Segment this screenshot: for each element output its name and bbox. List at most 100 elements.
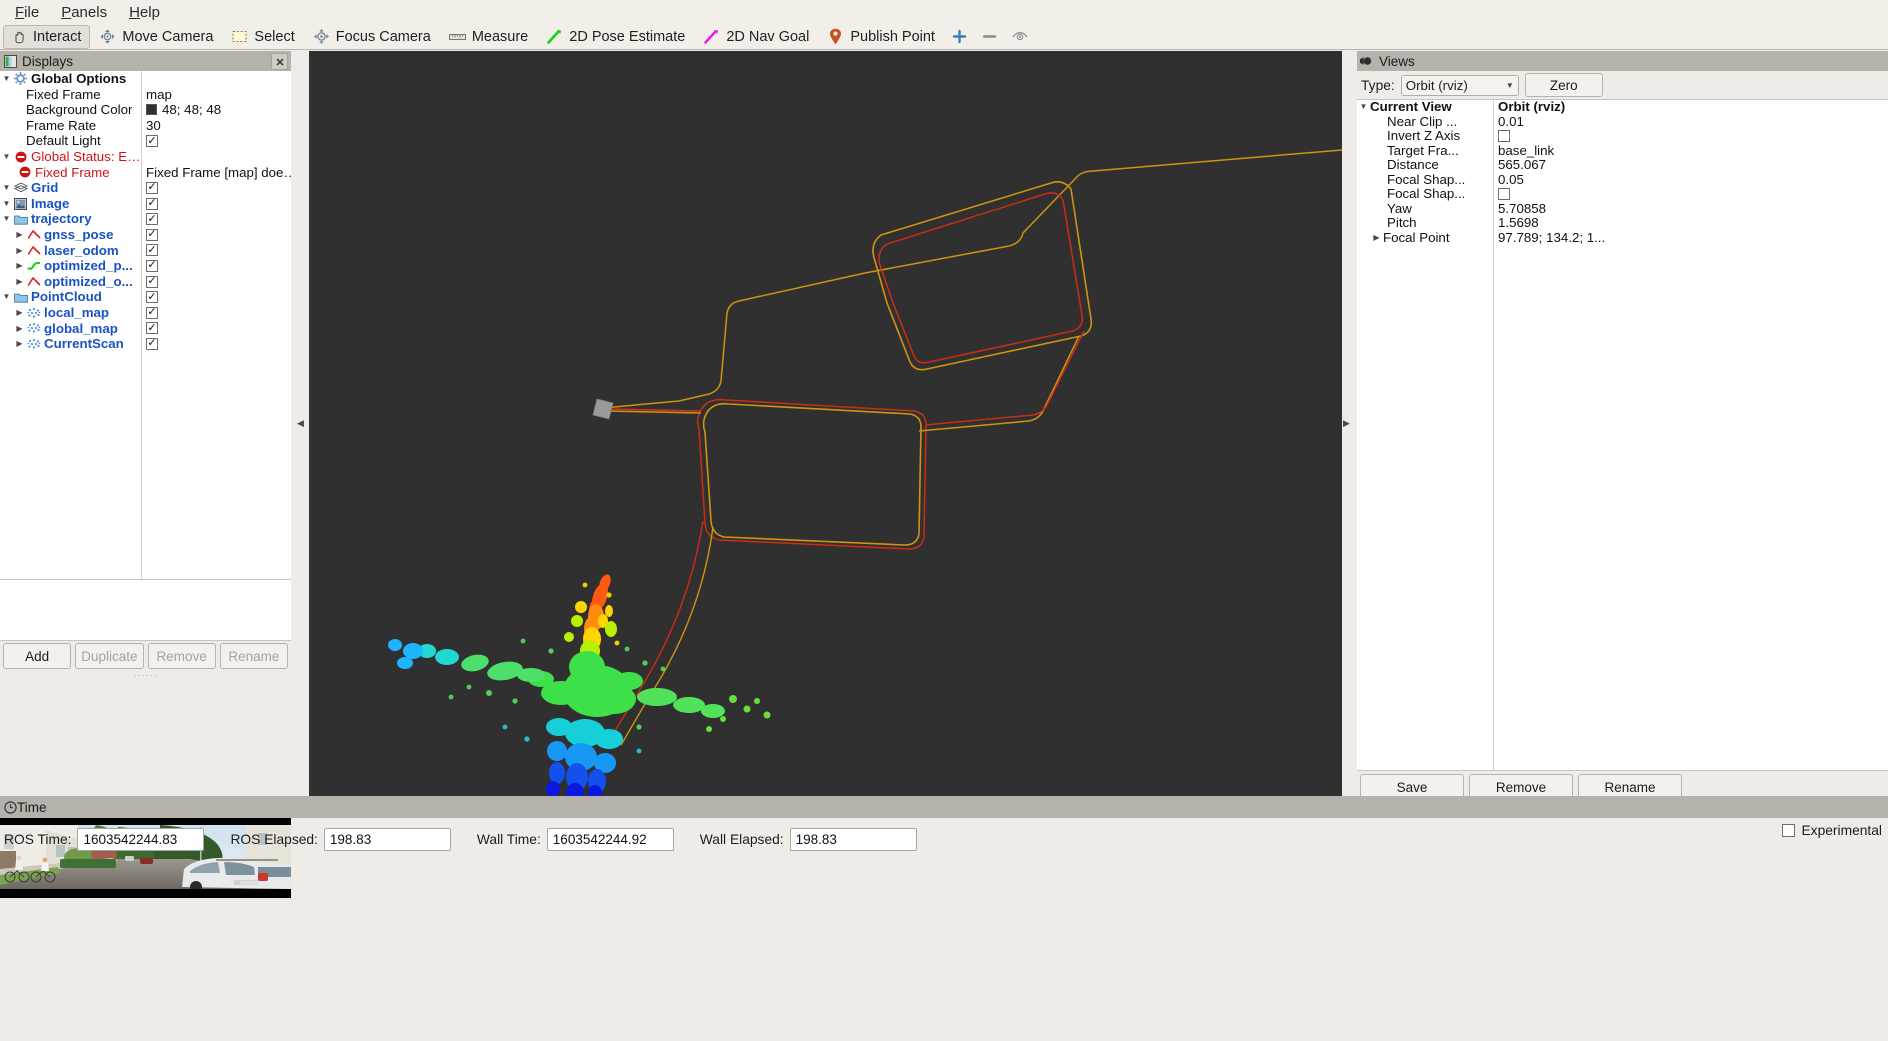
views-row-target-frame[interactable]: Target Fra... base_link: [1357, 144, 1888, 159]
checkbox-optimized-odom[interactable]: ✓: [146, 275, 158, 288]
zero-view-button[interactable]: Zero: [1524, 73, 1603, 97]
ros-time-input[interactable]: 1603542244.83: [77, 827, 205, 851]
tree-value[interactable]: 48; 48; 48: [141, 102, 291, 118]
tree-row-default-light[interactable]: Default Light ✓: [0, 133, 291, 149]
checkbox-laser-odom[interactable]: ✓: [146, 244, 158, 257]
displays-close-button[interactable]: [271, 53, 288, 70]
tree-row-global-options[interactable]: ▼ Global Options: [0, 71, 291, 87]
tree-row-grid[interactable]: ▼ Grid ✓: [0, 180, 291, 196]
tree-value[interactable]: ✓: [141, 259, 291, 272]
remove-display-button[interactable]: Remove: [147, 643, 216, 669]
expander-down-icon[interactable]: ▼: [0, 71, 13, 87]
tree-row-image[interactable]: ▼ Image ✓: [0, 196, 291, 212]
tree-row-fixed-frame-status[interactable]: Fixed Frame Fixed Frame [map] doe…: [0, 165, 291, 181]
ros-elapsed-input[interactable]: 198.83: [323, 827, 451, 851]
rename-display-button[interactable]: Rename: [219, 643, 288, 669]
menu-panels[interactable]: Panels: [50, 2, 118, 23]
checkbox-optimized-pose[interactable]: ✓: [146, 259, 158, 272]
checkbox-gnss-pose[interactable]: ✓: [146, 228, 158, 241]
tree-row-pointcloud[interactable]: ▼ PointCloud ✓: [0, 289, 291, 305]
views-row-current-view[interactable]: ▼ Current View Orbit (rviz): [1357, 100, 1888, 115]
tool-focus-camera[interactable]: Focus Camera: [306, 25, 440, 49]
views-row-value[interactable]: 5.70858: [1493, 202, 1888, 217]
menu-file[interactable]: File: [4, 2, 50, 23]
checkbox-global-map[interactable]: ✓: [146, 322, 158, 335]
duplicate-display-button[interactable]: Duplicate: [75, 643, 144, 669]
checkbox-invert-z-axis[interactable]: [1498, 130, 1510, 143]
tree-value[interactable]: ✓: [141, 306, 291, 319]
expander-right-icon[interactable]: ▶: [13, 336, 26, 352]
expander-right-icon[interactable]: ▶: [13, 227, 26, 243]
wall-elapsed-input[interactable]: 198.83: [789, 827, 917, 851]
right-panel-collapse-handle[interactable]: ▶: [1342, 51, 1351, 796]
tree-row-global-status[interactable]: ▼ Global Status: Er...: [0, 149, 291, 165]
checkbox-trajectory[interactable]: ✓: [146, 213, 158, 226]
expander-right-icon[interactable]: ▶: [13, 321, 26, 337]
tool-interact[interactable]: Interact: [3, 24, 91, 49]
views-row-value[interactable]: 0.01: [1493, 115, 1888, 130]
views-row-distance[interactable]: Distance 565.067: [1357, 158, 1888, 173]
tree-value[interactable]: ✓: [141, 275, 291, 288]
tree-value[interactable]: 30: [141, 118, 291, 134]
tree-value[interactable]: map: [141, 87, 291, 103]
tool-2d-nav-goal[interactable]: 2D Nav Goal: [696, 25, 818, 49]
expander-down-icon[interactable]: ▼: [1357, 100, 1370, 115]
views-row-yaw[interactable]: Yaw 5.70858: [1357, 202, 1888, 217]
tool-publish-point[interactable]: Publish Point: [820, 25, 944, 49]
tool-properties-button[interactable]: [1006, 25, 1034, 49]
remove-tool-button[interactable]: [976, 25, 1004, 49]
tree-value[interactable]: ✓: [141, 337, 291, 350]
views-row-value[interactable]: 1.5698: [1493, 216, 1888, 231]
checkbox-grid[interactable]: ✓: [146, 181, 158, 194]
views-row-value[interactable]: [1493, 130, 1888, 143]
views-row-invert-z-axis[interactable]: Invert Z Axis: [1357, 129, 1888, 144]
panel-splitter[interactable]: ······: [0, 670, 291, 680]
expander-right-icon[interactable]: ▶: [13, 274, 26, 290]
tree-value[interactable]: ✓: [141, 197, 291, 210]
expander-down-icon[interactable]: ▼: [0, 289, 13, 305]
views-row-value[interactable]: base_link: [1493, 144, 1888, 159]
tree-value[interactable]: ✓: [141, 213, 291, 226]
tree-row-gnss-pose[interactable]: ▶ gnss_pose ✓: [0, 227, 291, 243]
tree-value[interactable]: ✓: [141, 228, 291, 241]
tree-row-optimized-pose[interactable]: ▶ optimized_p... ✓: [0, 258, 291, 274]
expander-down-icon[interactable]: ▼: [0, 180, 13, 196]
tree-row-global-map[interactable]: ▶ global_map ✓: [0, 321, 291, 337]
tool-measure[interactable]: Measure: [442, 25, 537, 49]
menu-help[interactable]: Help: [118, 2, 171, 23]
checkbox-current-scan[interactable]: ✓: [146, 337, 158, 350]
checkbox-local-map[interactable]: ✓: [146, 306, 158, 319]
expander-right-icon[interactable]: ▶: [1370, 231, 1383, 246]
views-row-pitch[interactable]: Pitch 1.5698: [1357, 216, 1888, 231]
displays-tree[interactable]: ▼ Global Options Fixed Frame map Backgro…: [0, 71, 291, 580]
tree-row-local-map[interactable]: ▶ local_map ✓: [0, 305, 291, 321]
checkbox-image[interactable]: ✓: [146, 197, 158, 210]
tool-move-camera[interactable]: Move Camera: [92, 25, 222, 49]
tree-row-optimized-odom[interactable]: ▶ optimized_o... ✓: [0, 274, 291, 290]
expander-down-icon[interactable]: ▼: [0, 196, 13, 212]
views-row-value[interactable]: 565.067: [1493, 158, 1888, 173]
add-display-button[interactable]: Add: [3, 643, 72, 669]
views-row-focal-shape-size[interactable]: Focal Shap... 0.05: [1357, 173, 1888, 188]
views-property-tree[interactable]: ▼ Current View Orbit (rviz) Near Clip ..…: [1357, 99, 1888, 771]
expander-down-icon[interactable]: ▼: [0, 211, 13, 227]
checkbox-focal-shape-fixed[interactable]: [1498, 188, 1510, 201]
left-panel-collapse-handle[interactable]: ◀: [296, 51, 305, 796]
tool-2d-pose-estimate[interactable]: 2D Pose Estimate: [539, 25, 694, 49]
wall-time-input[interactable]: 1603542244.92: [546, 827, 674, 851]
3d-render-view[interactable]: [309, 51, 1342, 796]
views-row-focal-shape-fixed[interactable]: Focal Shap...: [1357, 187, 1888, 202]
tree-value[interactable]: ✓: [141, 135, 291, 148]
tree-row-current-scan[interactable]: ▶ CurrentScan ✓: [0, 336, 291, 352]
add-tool-button[interactable]: [946, 25, 974, 49]
expander-right-icon[interactable]: ▶: [13, 258, 26, 274]
tree-row-laser-odom[interactable]: ▶ laser_odom ✓: [0, 243, 291, 259]
expander-right-icon[interactable]: ▶: [13, 305, 26, 321]
tree-row-frame-rate[interactable]: Frame Rate 30: [0, 118, 291, 134]
views-row-value[interactable]: 97.789; 134.2; 1...: [1493, 231, 1888, 246]
tool-select[interactable]: Select: [224, 25, 303, 49]
views-row-near-clip[interactable]: Near Clip ... 0.01: [1357, 115, 1888, 130]
checkbox-experimental[interactable]: [1782, 824, 1796, 837]
views-row-value[interactable]: 0.05: [1493, 173, 1888, 188]
tree-value[interactable]: ✓: [141, 244, 291, 257]
